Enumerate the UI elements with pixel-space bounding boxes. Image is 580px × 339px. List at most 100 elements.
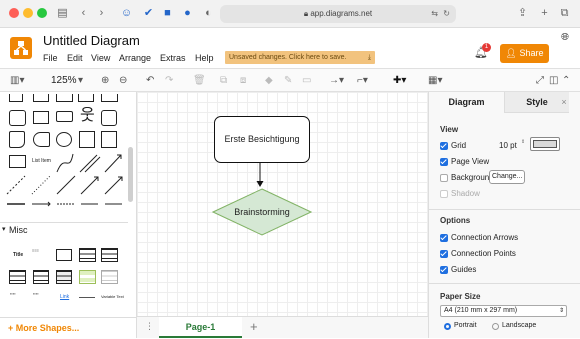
portrait-radio[interactable] [444,323,451,330]
shape-rectangle[interactable] [9,94,23,102]
globe-icon[interactable]: 🌐︎ [561,32,569,43]
privacy-icon[interactable]: ☺ [120,7,133,20]
shape-tape[interactable] [101,94,118,102]
shape-curves[interactable] [55,152,125,174]
shape-connectors-row[interactable] [5,200,125,208]
redo-icon[interactable]: ↷ [165,74,173,87]
reload-icon[interactable]: ↻ [443,5,450,23]
line-color-icon[interactable]: ✎ [284,74,292,87]
insert-icon[interactable]: ✚▾ [393,74,406,87]
close-panel-icon[interactable]: × [557,92,571,113]
unsaved-changes-banner[interactable]: Unsaved changes. Click here to save. ⤓ [225,51,375,64]
back-icon[interactable]: ‹ [77,7,90,20]
shape-text-block[interactable]: ≡≡≡ [32,249,48,261]
change-background-button[interactable]: Change... [489,170,526,184]
shape-note[interactable] [9,110,26,126]
grid-color-button[interactable] [530,137,560,151]
panel-toggle-icon[interactable]: ◫ [549,74,558,87]
shape-horizontal-line[interactable] [79,297,95,298]
minimize-window-button[interactable] [23,8,33,18]
tab-overview-icon[interactable]: ⧉ [558,7,571,20]
connection-icon[interactable]: →▾ [329,74,344,87]
shape-delay[interactable] [33,132,50,147]
shape-lines-row[interactable] [5,174,125,196]
shape-table-green[interactable] [79,270,96,284]
shape-link[interactable]: Link [60,294,69,300]
shape-table-grey[interactable] [101,270,118,284]
menu-arrange[interactable]: Arrange [119,53,151,63]
rounded-rectangle-shape[interactable]: Erste Besichtigung [214,116,310,163]
zoom-out-icon[interactable]: ⊖ [119,74,127,87]
connector-arrow[interactable] [252,163,268,189]
shape-card[interactable] [78,94,94,102]
shape-table-4[interactable] [33,270,49,284]
shape-container[interactable] [101,131,117,148]
maximize-window-button[interactable] [37,8,47,18]
shadow-checkbox[interactable] [440,190,448,198]
extension-icon[interactable]: ■ [161,7,174,20]
connection-points-checkbox[interactable] [440,250,448,258]
menu-extras[interactable]: Extras [160,53,186,63]
shape-grid-text-2[interactable]: ▪▪▪▪ [33,292,49,304]
paper-size-select[interactable]: A4 (210 mm x 297 mm) ⇕ [440,305,567,317]
shape-title[interactable]: Title [13,252,23,258]
sidebar-icon[interactable]: ▤ [56,7,69,20]
page-menu-icon[interactable]: ⋮ [145,321,154,332]
shape-callout[interactable] [56,111,73,122]
tab-shield-icon[interactable]: ◐ [202,7,215,20]
zoom-level[interactable]: 125% [51,74,77,87]
shape-cube[interactable] [101,110,117,126]
shape-internal-storage[interactable] [33,111,49,124]
shape-table-small[interactable] [56,249,72,261]
shape-list-item[interactable]: List Item [32,158,51,164]
add-page-icon[interactable]: + [250,319,258,334]
landscape-radio[interactable] [492,323,499,330]
fullscreen-icon[interactable]: ⤢ [536,74,544,87]
new-tab-icon[interactable]: + [538,7,551,20]
shape-variable-text[interactable]: Variable Text [101,294,124,299]
close-window-button[interactable] [9,8,19,18]
collapse-icon[interactable]: ⌃ [562,74,570,87]
connection-arrows-checkbox[interactable] [440,234,448,242]
menu-edit[interactable]: Edit [67,53,83,63]
menu-help[interactable]: Help [195,53,214,63]
share-button[interactable]: 👤︎ Share [500,44,549,63]
page-view-checkbox[interactable] [440,158,448,166]
shape-rounded-rectangle[interactable] [33,94,49,102]
bookmark-icon[interactable]: ● [181,7,194,20]
shape-table-3[interactable] [9,270,26,284]
grid-checkbox[interactable] [440,142,448,150]
to-front-icon[interactable]: ⧉ [220,74,227,87]
shape-document[interactable] [56,94,73,102]
to-back-icon[interactable]: ⧈ [240,74,246,87]
grid-size-input[interactable]: 10 pt [499,141,517,150]
menu-file[interactable]: File [43,53,58,63]
shadow-icon[interactable]: ▭ [302,74,311,87]
waypoints-icon[interactable]: ⌐▾ [357,74,368,87]
grid-size-stepper-icon[interactable]: ⇕ [521,139,525,145]
shield-icon[interactable]: ✔ [142,7,155,20]
shape-or[interactable] [56,132,72,147]
menu-view[interactable]: View [91,53,110,63]
background-checkbox[interactable] [440,174,448,182]
table-icon[interactable]: ▦▾ [428,74,442,87]
shape-table-grid-2[interactable] [101,248,118,262]
share-page-icon[interactable]: ⇪ [516,7,529,20]
shape-table-5[interactable] [56,270,72,284]
address-bar[interactable]: 🔒︎ app.diagrams.net ⇆ ↻ [220,5,456,23]
fill-color-icon[interactable]: ◆ [265,74,273,87]
delete-icon[interactable]: 🗑︎ [193,74,206,87]
format-panel-toggle-icon[interactable]: ▥▾ [10,74,24,87]
shape-process[interactable] [79,131,95,148]
zoom-in-icon[interactable]: ⊕ [101,74,109,87]
forward-icon[interactable]: › [95,7,108,20]
undo-icon[interactable]: ↶ [146,74,154,87]
shape-grid-text[interactable]: ▪▪▪▪ [10,292,26,304]
diagram-canvas[interactable]: Erste Besichtigung Brainstorming [137,92,428,316]
shape-card-2[interactable] [9,131,25,148]
translate-icon[interactable]: ⇆ [431,5,438,23]
shape-actor[interactable]: 웃 [80,107,95,125]
page-tab[interactable]: Page-1 [159,317,242,338]
shape-list[interactable] [9,155,26,168]
tab-diagram[interactable]: Diagram [429,92,504,113]
